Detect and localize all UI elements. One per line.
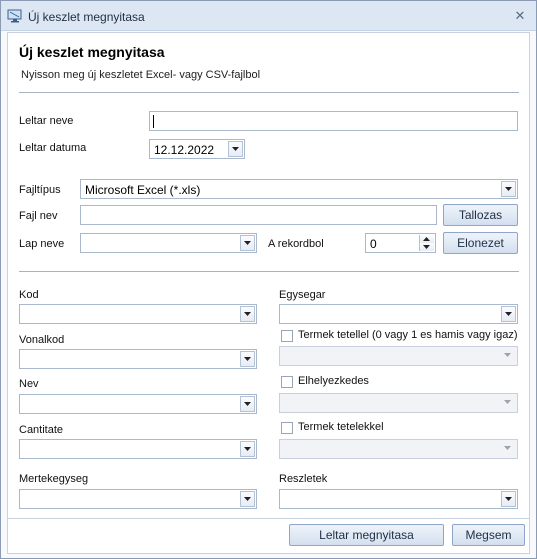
- chevron-down-icon[interactable]: [228, 141, 243, 157]
- termek-tetellel-select[interactable]: [279, 346, 518, 366]
- chevron-down-icon[interactable]: [501, 441, 516, 457]
- vonalkod-label: Vonalkod: [19, 334, 65, 346]
- inventory-name-label: Leltar neve: [19, 115, 74, 127]
- termek-tetelekkel-checkbox[interactable]: [281, 422, 293, 434]
- chevron-down-icon[interactable]: [240, 351, 255, 367]
- divider-top: [19, 92, 519, 93]
- window-title: Új keszlet megnyitasa: [28, 10, 145, 24]
- page-subtitle: Nyisson meg új keszletet Excel- vagy CSV…: [21, 69, 261, 81]
- mertekegyseg-label: Mertekegyseg: [19, 473, 89, 485]
- chevron-down-icon[interactable]: [240, 491, 255, 507]
- file-name-label: Fajl nev: [19, 210, 58, 222]
- elhelyezkedes-checkbox[interactable]: [281, 376, 293, 388]
- elhelyezkedes-select[interactable]: [279, 393, 518, 413]
- dialog-window: Új keszlet megnyitasa ✕ Új keszlet megny…: [0, 0, 537, 559]
- file-name-input[interactable]: [80, 205, 437, 225]
- spin-down-icon[interactable]: [420, 243, 434, 251]
- egysegar-label: Egysegar: [279, 289, 326, 301]
- chevron-down-icon[interactable]: [501, 395, 516, 411]
- chevron-down-icon[interactable]: [240, 441, 255, 457]
- divider-middle: [19, 271, 519, 272]
- mertekegyseg-select[interactable]: [19, 489, 257, 509]
- vonalkod-select[interactable]: [19, 349, 257, 369]
- inventory-name-input[interactable]: [149, 111, 518, 131]
- chevron-down-icon[interactable]: [240, 396, 255, 412]
- termek-tetellel-checkbox[interactable]: [281, 330, 293, 342]
- text-caret: [153, 115, 154, 128]
- spin-up-icon[interactable]: [420, 235, 434, 243]
- termek-tetelekkel-select[interactable]: [279, 439, 518, 459]
- chevron-down-icon[interactable]: [240, 235, 255, 251]
- file-type-select[interactable]: Microsoft Excel (*.xls): [80, 179, 518, 199]
- nev-label: Nev: [19, 378, 39, 390]
- sheet-name-select[interactable]: [80, 233, 257, 253]
- inventory-date-label: Leltar datuma: [19, 142, 87, 154]
- close-icon[interactable]: ✕: [512, 8, 528, 24]
- monitor-icon: [7, 9, 23, 23]
- kod-label: Kod: [19, 289, 39, 301]
- divider-footer: [8, 518, 529, 519]
- from-record-stepper[interactable]: 0: [365, 233, 436, 253]
- elhelyezkedes-label: Elhelyezkedes: [298, 375, 369, 387]
- inventory-date-picker[interactable]: 12.12.2022: [149, 139, 245, 159]
- kod-select[interactable]: [19, 304, 257, 324]
- chevron-down-icon[interactable]: [501, 348, 516, 364]
- title-bar[interactable]: Új keszlet megnyitasa ✕: [1, 1, 536, 31]
- chevron-down-icon[interactable]: [501, 181, 516, 197]
- preview-button[interactable]: Elonezet: [443, 232, 518, 254]
- reszletek-select[interactable]: [279, 489, 518, 509]
- cantitate-label: Cantitate: [19, 424, 64, 436]
- cantitate-select[interactable]: [19, 439, 257, 459]
- reszletek-label: Reszletek: [279, 473, 328, 485]
- sheet-name-label: Lap neve: [19, 238, 65, 250]
- nev-select[interactable]: [19, 394, 257, 414]
- termek-tetelekkel-label: Termek tetelekkel: [298, 421, 384, 433]
- termek-tetellel-label: Termek tetellel (0 vagy 1 es hamis vagy …: [298, 329, 518, 341]
- browse-button[interactable]: Tallozas: [443, 204, 518, 226]
- dialog-content: Új keszlet megnyitasa Nyisson meg új kes…: [7, 32, 530, 554]
- file-type-label: Fajltípus: [19, 184, 61, 196]
- spinner[interactable]: [419, 235, 434, 251]
- open-inventory-button[interactable]: Leltar megnyitasa: [289, 524, 444, 546]
- egysegar-select[interactable]: [279, 304, 518, 324]
- chevron-down-icon[interactable]: [240, 306, 255, 322]
- cancel-button[interactable]: Megsem: [452, 524, 525, 546]
- chevron-down-icon[interactable]: [501, 491, 516, 507]
- from-record-label: A rekordbol: [268, 238, 324, 250]
- page-title: Új keszlet megnyitasa: [19, 44, 165, 60]
- chevron-down-icon[interactable]: [501, 306, 516, 322]
